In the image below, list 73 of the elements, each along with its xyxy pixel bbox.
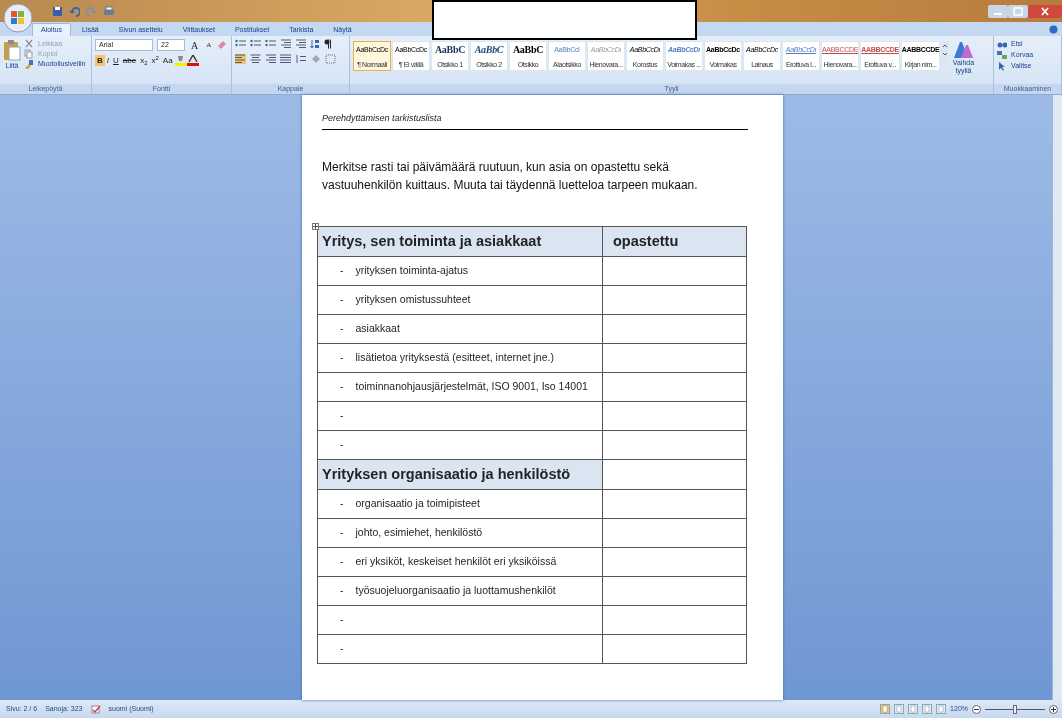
zoom-in-icon[interactable] [1049, 704, 1058, 714]
justify-icon[interactable] [280, 54, 291, 64]
zoom-slider-thumb[interactable] [1013, 704, 1017, 714]
checklist-item: asiakkaat [355, 321, 400, 335]
sort-icon[interactable] [310, 39, 320, 49]
checklist-item: organisaatio ja toimipisteet [355, 496, 480, 510]
zoom-slider-track[interactable] [985, 704, 1045, 714]
list-dash: - [340, 496, 344, 510]
change-styles-icon[interactable] [953, 41, 974, 59]
checklist-item: eri yksiköt, keskeiset henkilöt eri yksiköissä [355, 554, 557, 568]
full-screen-view-icon[interactable] [894, 704, 905, 714]
format-button[interactable]: x$^{2}$ [149, 55, 161, 66]
list-dash: - [340, 292, 344, 306]
intro-paragraph: Merkitse rasti tai päivämäärä ruutuun, kun asia on opastettu sekä vastuuhenkilön kuittaus. Muuta tai täydennä luetteloa tarpeen mukaan. [322, 158, 699, 194]
replace-icon [997, 50, 1007, 60]
checklist-item: työsuojeluorganisaatio ja luottamushenkilöt [355, 583, 556, 597]
list-dash: - [340, 641, 344, 655]
format-button[interactable]: U [111, 55, 121, 66]
spelling-icon[interactable] [90, 704, 101, 714]
help-icon[interactable] [1049, 25, 1058, 34]
minimize-icon[interactable] [988, 4, 1008, 18]
list-dash: - [340, 321, 344, 335]
paste-icon[interactable] [3, 39, 21, 61]
list-dash: - [340, 554, 344, 568]
checklist-item: lisätietoa yrityksestä (esitteet, internet jne.) [355, 350, 554, 364]
align-left-icon[interactable] [235, 54, 246, 64]
web-layout-view-icon[interactable] [908, 704, 919, 714]
outline-view-icon[interactable] [922, 704, 933, 714]
list-dash: - [340, 263, 344, 277]
table-heading: Yrityksen organisaatio ja henkilöstö [317, 459, 603, 489]
multilevel-list-icon[interactable] [265, 39, 276, 48]
maximize-icon[interactable] [1008, 4, 1028, 18]
checklist-item: toiminnanohjausjärjestelmät, ISO 9001, Iso 14001 [355, 379, 588, 393]
zoom-out-icon[interactable] [972, 704, 981, 714]
format-button[interactable]: Aa [160, 55, 175, 66]
list-dash: - [340, 437, 344, 451]
draft-view-icon[interactable] [936, 704, 947, 714]
pointer-icon [997, 61, 1007, 71]
scrollbar[interactable] [1052, 95, 1062, 700]
numbering-icon[interactable] [250, 39, 261, 48]
format-button[interactable]: B [95, 55, 105, 66]
checklist-item: johto, esimiehet, henkilöstö [355, 525, 483, 539]
pilcrow-icon[interactable] [324, 39, 332, 49]
align-center-icon[interactable] [250, 54, 261, 64]
list-dash: - [340, 612, 344, 626]
print-layout-view-icon[interactable] [880, 704, 891, 714]
checklist-item: yrityksen toiminta-ajatus [355, 263, 469, 277]
checklist-item: yrityksen omistussuhteet [355, 292, 471, 306]
table-heading: Yritys, sen toiminta ja asiakkaat [317, 226, 603, 256]
decrease-indent-icon[interactable] [280, 39, 291, 49]
list-dash: - [340, 525, 344, 539]
grow-font-button[interactable]: A [189, 39, 201, 51]
print-icon[interactable] [103, 5, 115, 17]
list-dash: - [340, 379, 344, 393]
list-dash: - [340, 583, 344, 597]
brush-icon [24, 59, 34, 69]
table-move-handle-icon[interactable] [312, 223, 319, 230]
bullets-icon[interactable] [235, 39, 246, 48]
font-color-icon[interactable] [186, 55, 199, 66]
scissors-icon [24, 39, 34, 49]
increase-indent-icon[interactable] [295, 39, 306, 49]
format-button[interactable]: x$_{2}$ [138, 55, 150, 66]
line-spacing-icon[interactable] [295, 54, 306, 64]
format-button[interactable]: I [104, 55, 111, 66]
copy-icon [24, 49, 34, 59]
close-icon[interactable] [1028, 4, 1062, 18]
list-dash: - [340, 350, 344, 364]
save-icon[interactable] [52, 5, 63, 17]
table-heading: opastettu [602, 226, 747, 256]
list-dash: - [340, 408, 344, 422]
format-button[interactable]: abe [120, 55, 139, 66]
align-right-icon[interactable] [265, 54, 276, 64]
page-header: Perehdyttämisen tarkistuslista [322, 112, 748, 130]
